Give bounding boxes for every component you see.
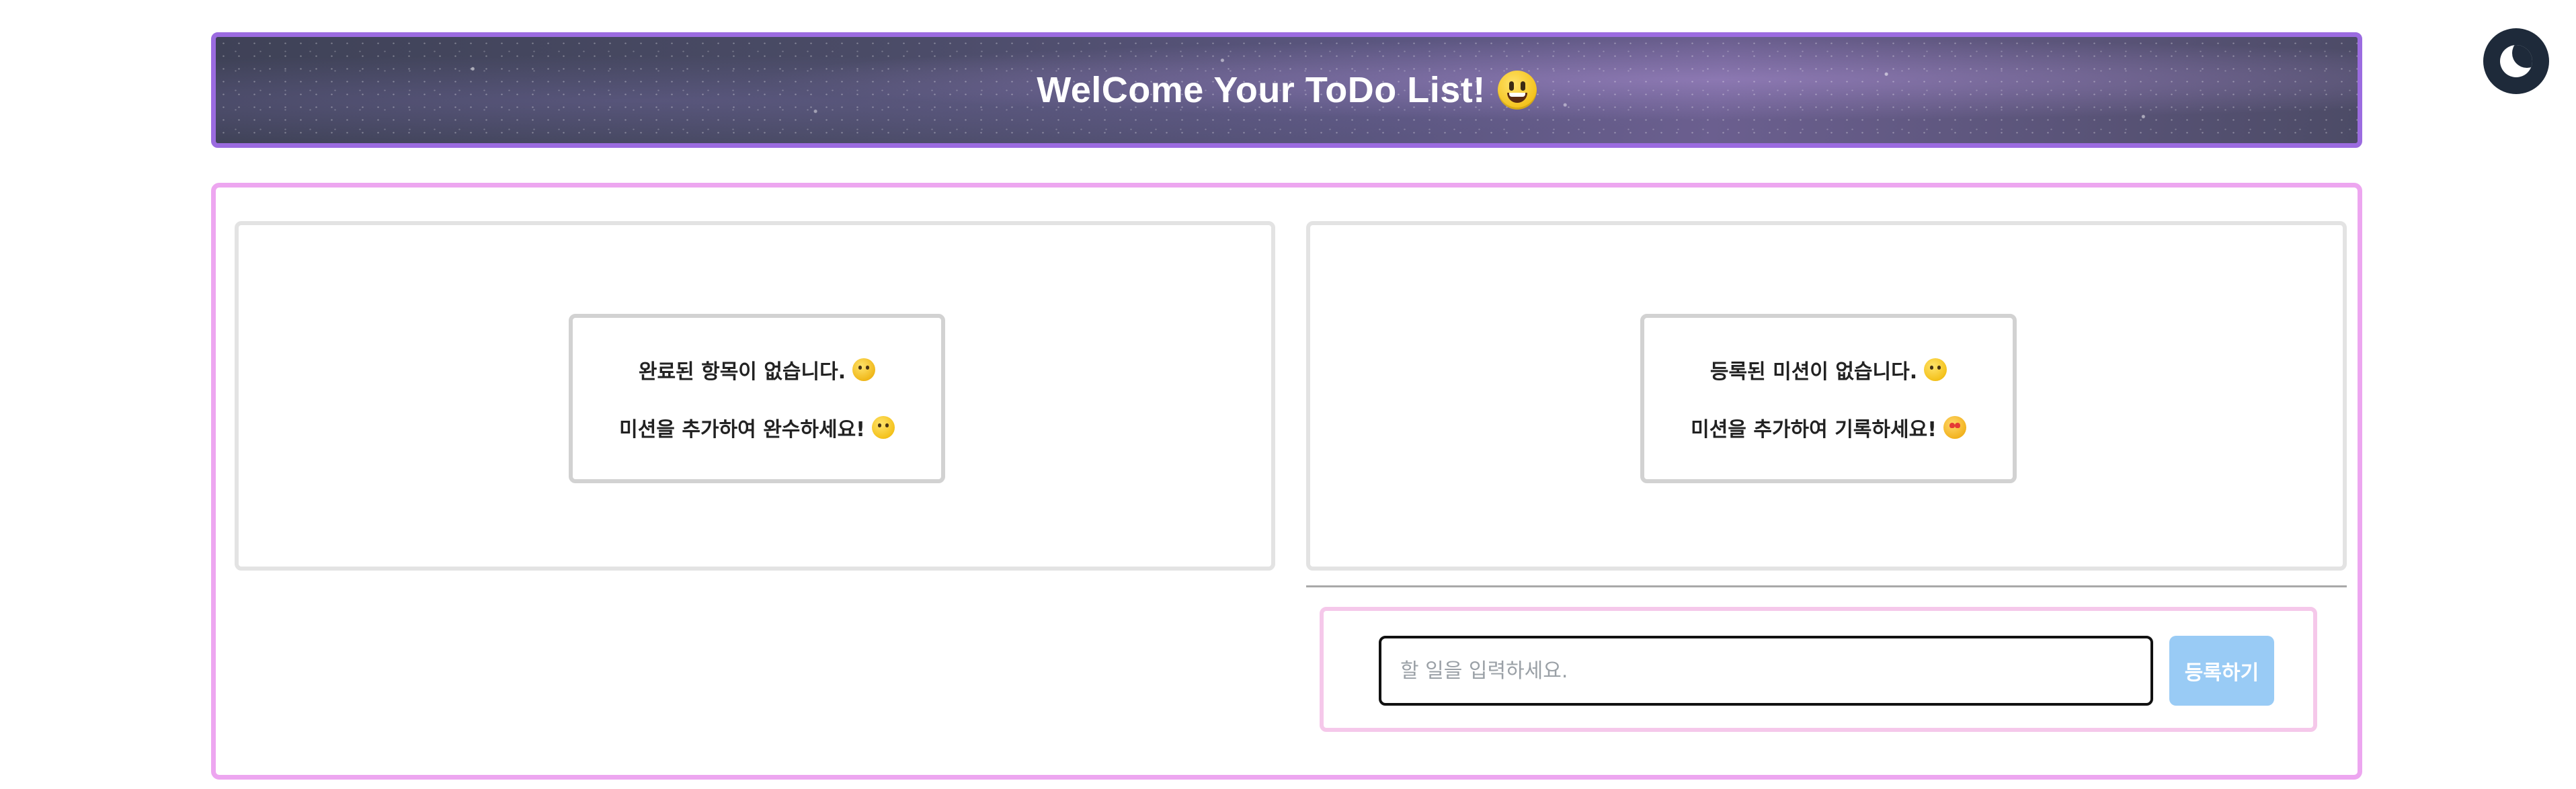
grinning-face-icon [1497, 71, 1537, 110]
moon-icon [2500, 45, 2532, 77]
main-container: 완료된 항목이 없습니다. 미션을 추가하여 완수하세요! 등록된 미션이 없습… [211, 183, 2362, 780]
completed-empty-line-2: 미션을 추가하여 완수하세요! [619, 413, 895, 442]
mission-empty-line-2: 미션을 추가하여 기록하세요! [1691, 413, 1966, 442]
page-title: WelCome Your ToDo List! [1037, 69, 1537, 111]
page-title-text: WelCome Your ToDo List! [1037, 70, 1486, 110]
todo-input[interactable] [1379, 636, 2153, 706]
mission-empty-text-2: 미션을 추가하여 기록하세요! [1691, 418, 1937, 442]
mission-empty-text-1: 등록된 미션이 없습니다. [1709, 360, 1918, 384]
hugging-face-icon [871, 416, 895, 439]
todo-app: WelCome Your ToDo List! 완료된 항목이 없습니다. 미션… [0, 0, 2576, 789]
heart-eyes-face-icon [1943, 416, 1966, 439]
theme-toggle-button[interactable] [2483, 28, 2549, 94]
todo-form: 등록하기 [1320, 607, 2317, 732]
sad-sweat-face-icon [852, 358, 876, 381]
completed-list-panel: 완료된 항목이 없습니다. 미션을 추가하여 완수하세요! [235, 221, 1275, 571]
header-banner: WelCome Your ToDo List! [211, 32, 2362, 148]
section-divider [1306, 585, 2347, 587]
completed-empty-message: 완료된 항목이 없습니다. 미션을 추가하여 완수하세요! [569, 314, 945, 483]
mission-empty-message: 등록된 미션이 없습니다. 미션을 추가하여 기록하세요! [1640, 314, 2017, 483]
mission-list-panel: 등록된 미션이 없습니다. 미션을 추가하여 기록하세요! [1306, 221, 2347, 571]
completed-empty-line-1: 완료된 항목이 없습니다. [638, 355, 876, 384]
completed-empty-text-1: 완료된 항목이 없습니다. [638, 360, 846, 384]
submit-todo-button[interactable]: 등록하기 [2169, 636, 2274, 706]
slightly-smiling-face-icon [1924, 358, 1947, 381]
completed-empty-text-2: 미션을 추가하여 완수하세요! [619, 418, 865, 442]
mission-empty-line-1: 등록된 미션이 없습니다. [1710, 355, 1947, 384]
